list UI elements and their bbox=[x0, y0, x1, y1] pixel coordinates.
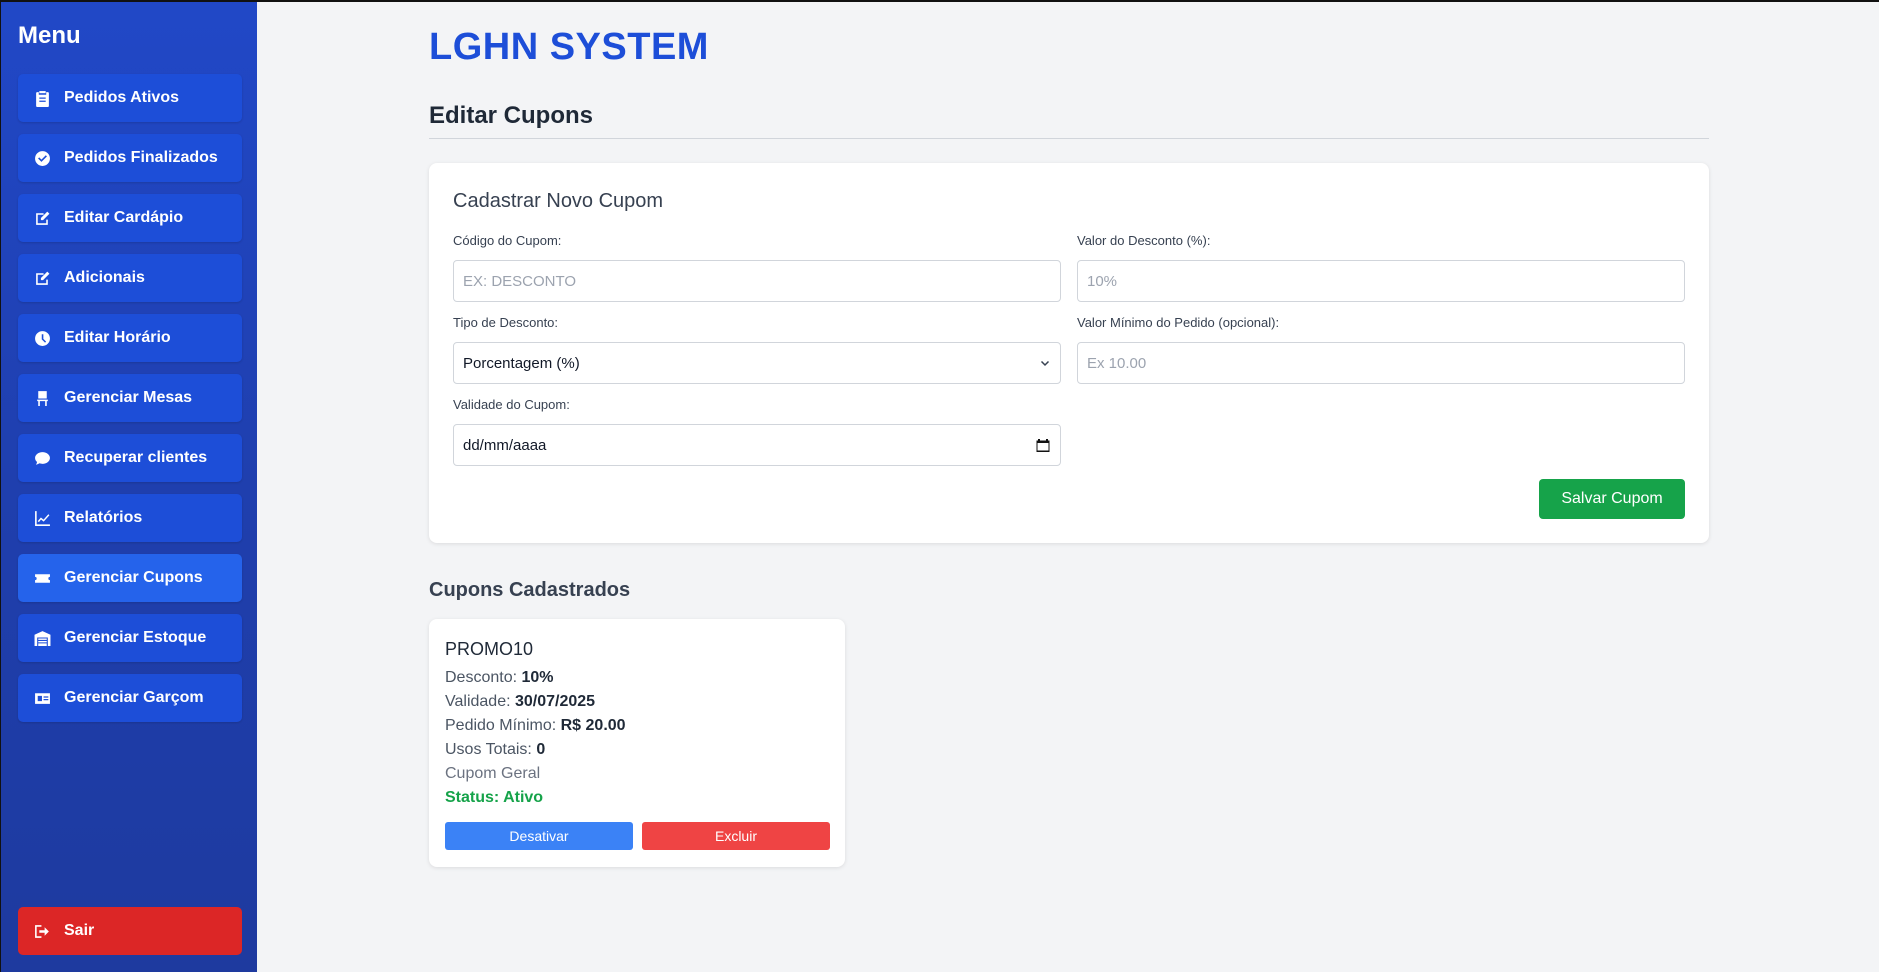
sidebar-item-gerenciar-cupons[interactable]: Gerenciar Cupons bbox=[18, 554, 242, 602]
validity-label: Validade do Cupom: bbox=[453, 397, 570, 412]
sidebar-item-label: Gerenciar Cupons bbox=[64, 569, 203, 586]
logout-button[interactable]: Sair bbox=[18, 907, 242, 955]
coupon-code-field: Código do Cupom: EX: DESCONTO bbox=[453, 233, 1061, 302]
discount-type-select[interactable]: Porcentagem (%) bbox=[453, 342, 1061, 384]
sidebar-menu: Pedidos Ativos Pedidos Finalizados Edita… bbox=[18, 74, 242, 734]
chart-line-icon bbox=[32, 508, 52, 528]
sidebar-item-label: Gerenciar Mesas bbox=[64, 389, 193, 406]
min-order-field: Valor Mínimo do Pedido (opcional): Ex 10… bbox=[1077, 315, 1685, 384]
ticket-icon bbox=[32, 568, 52, 588]
sidebar-item-editar-horario[interactable]: Editar Horário bbox=[18, 314, 242, 362]
min-order-placeholder: Ex 10.00 bbox=[1087, 354, 1147, 372]
sidebar-item-recuperar-clientes[interactable]: Recuperar clientes bbox=[18, 434, 242, 482]
coupons-section-title: Cupons Cadastrados bbox=[429, 579, 631, 601]
chevron-down-icon bbox=[1040, 360, 1050, 367]
validity-field: Validade do Cupom: dd/mm/aaaa bbox=[453, 397, 1061, 466]
sidebar-item-label: Gerenciar Estoque bbox=[64, 629, 207, 646]
coupon-code: PROMO10 bbox=[445, 639, 534, 659]
coupon-scope: Cupom Geral bbox=[445, 765, 541, 782]
clipboard-icon bbox=[32, 88, 52, 108]
coupon-code-placeholder: EX: DESCONTO bbox=[463, 272, 577, 290]
min-order-input[interactable]: Ex 10.00 bbox=[1077, 342, 1685, 384]
check-circle-icon bbox=[32, 148, 52, 168]
calendar-icon[interactable] bbox=[1035, 437, 1051, 453]
chair-icon bbox=[32, 388, 52, 408]
sidebar-item-gerenciar-garcom[interactable]: Gerenciar Garçom bbox=[18, 674, 242, 722]
sidebar-item-label: Recuperar clientes bbox=[64, 449, 208, 466]
coupon-min-order: Pedido Mínimo: R$ 20.00 bbox=[445, 717, 626, 734]
sidebar-item-gerenciar-estoque[interactable]: Gerenciar Estoque bbox=[18, 614, 242, 662]
sidebar-item-label: Relatórios bbox=[64, 509, 143, 526]
sidebar-item-relatorios[interactable]: Relatórios bbox=[18, 494, 242, 542]
save-coupon-button[interactable]: Salvar Cupom bbox=[1539, 479, 1685, 519]
new-coupon-form: Cadastrar Novo Cupom Código do Cupom: EX… bbox=[429, 163, 1709, 543]
sign-out-icon bbox=[32, 921, 52, 941]
deactivate-button[interactable]: Desativar bbox=[445, 822, 633, 850]
sidebar-item-label: Editar Horário bbox=[64, 329, 171, 346]
coupon-card: PROMO10 Desconto: 10% Validade: 30/07/20… bbox=[429, 619, 845, 867]
min-order-label: Valor Mínimo do Pedido (opcional): bbox=[1077, 315, 1280, 330]
chat-icon bbox=[32, 448, 52, 468]
sidebar-item-pedidos-finalizados[interactable]: Pedidos Finalizados bbox=[18, 134, 242, 182]
discount-value-input[interactable]: 10% bbox=[1077, 260, 1685, 302]
validity-value: dd/mm/aaaa bbox=[463, 436, 547, 454]
system-title: LGHN SYSTEM bbox=[429, 26, 709, 68]
page-title: Editar Cupons bbox=[429, 102, 594, 129]
coupon-discount: Desconto: 10% bbox=[445, 669, 554, 686]
sidebar-item-label: Pedidos Finalizados bbox=[64, 149, 218, 166]
coupon-uses: Usos Totais: 0 bbox=[445, 741, 546, 758]
sidebar-title: Menu bbox=[18, 22, 81, 49]
title-divider bbox=[429, 138, 1709, 139]
discount-type-field: Tipo de Desconto: Porcentagem (%) bbox=[453, 315, 1061, 384]
discount-type-value: Porcentagem (%) bbox=[463, 354, 580, 372]
sidebar-item-gerenciar-mesas[interactable]: Gerenciar Mesas bbox=[18, 374, 242, 422]
edit-icon bbox=[32, 268, 52, 288]
validity-date-input[interactable]: dd/mm/aaaa bbox=[453, 424, 1061, 466]
sidebar-item-label: Gerenciar Garçom bbox=[64, 689, 204, 706]
sidebar-item-label: Pedidos Ativos bbox=[64, 89, 179, 106]
logout-label: Sair bbox=[64, 922, 95, 939]
discount-value-placeholder: 10% bbox=[1087, 272, 1118, 290]
form-title: Cadastrar Novo Cupom bbox=[453, 190, 664, 212]
coupon-code-label: Código do Cupom: bbox=[453, 233, 562, 248]
coupon-actions: Desativar Excluir bbox=[445, 822, 830, 850]
coupon-validity: Validade: 30/07/2025 bbox=[445, 693, 596, 710]
sidebar: Menu Pedidos Ativos Pedidos Finalizados … bbox=[0, 0, 257, 972]
delete-button[interactable]: Excluir bbox=[642, 822, 830, 850]
discount-value-label: Valor do Desconto (%): bbox=[1077, 233, 1211, 248]
sidebar-item-editar-cardapio[interactable]: Editar Cardápio bbox=[18, 194, 242, 242]
edit-icon bbox=[32, 208, 52, 228]
sidebar-item-adicionais[interactable]: Adicionais bbox=[18, 254, 242, 302]
coupon-status: Status: Ativo bbox=[445, 789, 544, 806]
discount-value-field: Valor do Desconto (%): 10% bbox=[1077, 233, 1685, 302]
top-border bbox=[0, 0, 1879, 2]
sidebar-item-pedidos-ativos[interactable]: Pedidos Ativos bbox=[18, 74, 242, 122]
sidebar-item-label: Editar Cardápio bbox=[64, 209, 184, 226]
coupon-code-input[interactable]: EX: DESCONTO bbox=[453, 260, 1061, 302]
clock-icon bbox=[32, 328, 52, 348]
warehouse-icon bbox=[32, 628, 52, 648]
sidebar-item-label: Adicionais bbox=[64, 269, 145, 286]
discount-type-label: Tipo de Desconto: bbox=[453, 315, 559, 330]
id-card-icon bbox=[32, 688, 52, 708]
